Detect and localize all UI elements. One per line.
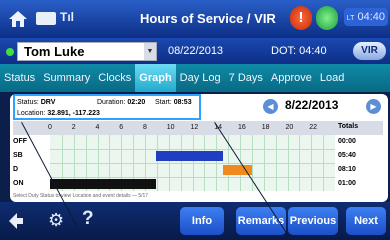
tab-status[interactable]: Status	[0, 64, 39, 92]
hour-tick-label: 12	[190, 124, 199, 131]
status-value: DRV	[40, 99, 56, 106]
location-line: Location: 32.891, -117.223	[17, 110, 100, 117]
hour-tick-label: 6	[119, 124, 124, 131]
vir-button[interactable]: VIR	[353, 42, 386, 60]
row-label-on: ON	[13, 180, 24, 187]
hour-tick-label: 16	[238, 124, 246, 131]
hour-tick-label: 0	[48, 124, 52, 131]
segment-sleeper[interactable]	[155, 151, 224, 161]
grid-row-line	[50, 177, 335, 178]
prev-day-button[interactable]: ◀	[263, 99, 278, 114]
graph-date: 8/22/2013	[285, 98, 339, 112]
driver-name: Tom Luke	[24, 44, 85, 59]
tab-load[interactable]: Load	[316, 64, 348, 92]
hour-tick-label: 22	[309, 124, 318, 131]
hour-tick-label: 2	[71, 124, 76, 131]
next-button[interactable]: Next	[346, 207, 386, 235]
clock-prefix: LT	[346, 15, 355, 22]
chevron-down-icon[interactable]: ▼	[144, 43, 156, 60]
driver-status-dot	[6, 48, 14, 56]
duration-label: Duration:	[97, 99, 126, 106]
start-line: Start: 08:53	[155, 99, 192, 106]
next-day-button[interactable]: ▶	[366, 99, 381, 114]
tab-day-log[interactable]: Day Log	[176, 64, 225, 92]
message-icon[interactable]	[316, 6, 338, 30]
location-value: 32.891, -117.223	[47, 110, 100, 117]
back-icon[interactable]	[8, 212, 24, 230]
tab-graph[interactable]: Graph	[135, 64, 176, 92]
event-info-box: Status: DRV Duration: 02:20 Start: 08:53…	[13, 94, 201, 120]
dot-clock: DOT: 04:40	[271, 45, 327, 57]
row-label-d: D	[13, 166, 19, 173]
tab-summary[interactable]: Summary	[39, 64, 94, 92]
hos-icon[interactable]	[36, 12, 56, 25]
hour-tick-label: 4	[95, 124, 100, 131]
top-bar: Tıl Hours of Service / VIR ! LT 04:40	[0, 0, 390, 38]
row-total-d: 08:10	[338, 166, 356, 173]
bottom-bar: ⚙ ? Info Remarks Previous Next	[0, 202, 390, 240]
status-label: Status:	[17, 99, 39, 106]
graph-panel: Status: DRV Duration: 02:20 Start: 08:53…	[10, 94, 388, 202]
info-button[interactable]: Info	[180, 207, 224, 235]
clock: LT 04:40	[344, 8, 388, 26]
app-title: Hours of Service / VIR	[140, 11, 276, 26]
graph-footer: Select Duty Status to view Location and …	[13, 193, 149, 199]
tab-7-days[interactable]: 7 Days	[225, 64, 267, 92]
gear-icon[interactable]: ⚙	[48, 210, 64, 231]
tab-clocks[interactable]: Clocks	[94, 64, 135, 92]
start-value: 08:53	[173, 99, 192, 106]
driver-row: Tom Luke ▼ 08/22/2013 DOT: 04:40 VIR	[0, 38, 390, 64]
row-label-sb: SB	[13, 152, 23, 159]
row-total-off: 00:00	[338, 138, 356, 145]
location-label: Location:	[17, 110, 46, 117]
hour-tick-label: 8	[143, 124, 147, 131]
help-icon[interactable]: ?	[82, 208, 94, 230]
row-label-off: OFF	[13, 138, 27, 145]
home-icon[interactable]	[8, 9, 28, 29]
start-label: Start:	[155, 99, 172, 106]
hour-tick-label: 18	[261, 124, 270, 131]
duration-value: 02:20	[127, 99, 146, 106]
segment-on-duty[interactable]	[50, 179, 156, 189]
grid-row-line	[50, 149, 335, 150]
hour-tick-label: 20	[285, 124, 294, 131]
duty-grid[interactable]	[50, 135, 335, 191]
duration-line: Duration: 02:20	[97, 99, 145, 106]
clock-time: 04:40	[357, 11, 385, 23]
totals-header: Totals	[338, 123, 359, 130]
previous-button[interactable]: Previous	[288, 207, 338, 235]
current-date: 08/22/2013	[168, 45, 224, 57]
grid-row-line	[50, 163, 335, 164]
driver-select[interactable]: Tom Luke ▼	[17, 42, 157, 61]
row-total-on: 01:00	[338, 180, 356, 187]
hour-tick-label: 10	[166, 124, 175, 131]
tab-bar: Status Summary Clocks Graph Day Log 7 Days App…	[0, 64, 390, 92]
tab-approve[interactable]: Approve	[267, 64, 316, 92]
signal-icon: Tıl	[60, 10, 74, 24]
row-total-sb: 05:40	[338, 152, 356, 159]
alert-icon[interactable]: !	[290, 6, 312, 30]
status-line: Status: DRV	[17, 99, 55, 106]
